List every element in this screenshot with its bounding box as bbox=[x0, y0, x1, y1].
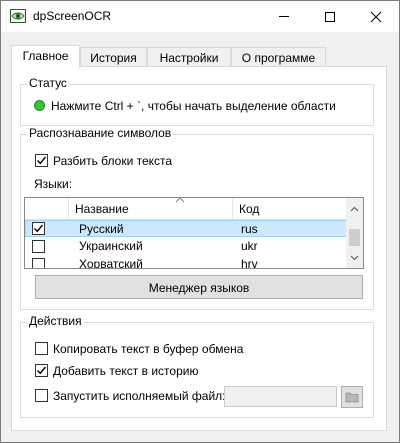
run-executable-label: Запустить исполняемый файл: bbox=[53, 389, 226, 403]
scroll-down-icon[interactable] bbox=[350, 255, 359, 261]
languages-scrollbar[interactable] bbox=[346, 198, 363, 268]
minimize-icon bbox=[279, 16, 289, 17]
checkmark-icon bbox=[37, 366, 47, 375]
actions-group-title: Действия bbox=[27, 314, 84, 328]
checkmark-icon bbox=[37, 156, 47, 165]
status-message: Нажмите Ctrl + `, чтобы начать выделение… bbox=[51, 99, 336, 113]
close-icon bbox=[370, 11, 382, 22]
table-row[interactable]: Украинский ukr bbox=[25, 238, 347, 255]
table-row[interactable]: Хорватский hrv bbox=[25, 256, 347, 269]
tab-main[interactable]: Главное bbox=[11, 45, 80, 68]
recognition-group-title: Распознавание символов bbox=[27, 126, 174, 140]
row-code: rus bbox=[241, 222, 258, 236]
close-button[interactable] bbox=[353, 1, 399, 32]
copy-to-clipboard-label: Копировать текст в буфер обмена bbox=[53, 342, 244, 356]
scrollbar-thumb[interactable] bbox=[349, 229, 360, 246]
scroll-up-icon[interactable] bbox=[350, 206, 359, 212]
tab-settings[interactable]: Настройки bbox=[147, 47, 231, 67]
split-blocks-checkbox[interactable] bbox=[35, 154, 48, 167]
row-checkbox[interactable] bbox=[32, 258, 45, 268]
column-header-check[interactable] bbox=[25, 198, 69, 220]
column-header-name[interactable]: Название bbox=[69, 198, 233, 220]
browse-file-button[interactable] bbox=[341, 386, 363, 408]
run-executable-checkbox[interactable] bbox=[35, 389, 48, 402]
copy-to-clipboard-checkbox[interactable] bbox=[35, 342, 48, 355]
tab-history[interactable]: История bbox=[80, 47, 147, 67]
sort-ascending-icon bbox=[175, 198, 185, 203]
row-code: hrv bbox=[241, 257, 258, 269]
window-title: dpScreenOCR bbox=[33, 9, 112, 23]
row-checkbox[interactable] bbox=[32, 222, 45, 235]
maximize-icon bbox=[325, 11, 335, 22]
row-name: Русский bbox=[79, 222, 124, 236]
row-code: ukr bbox=[241, 239, 258, 253]
executable-path-field[interactable] bbox=[224, 386, 337, 407]
status-indicator-icon bbox=[34, 100, 45, 111]
folder-icon bbox=[345, 392, 359, 403]
language-manager-button[interactable]: Менеджер языков bbox=[35, 275, 363, 299]
languages-label: Языки: bbox=[34, 177, 73, 191]
languages-table-header: Название Код bbox=[25, 198, 347, 220]
languages-table[interactable]: Название Код Русский rus Украинский ukr … bbox=[24, 197, 364, 269]
column-header-code[interactable]: Код bbox=[233, 198, 347, 220]
table-row[interactable]: Русский rus bbox=[25, 220, 347, 237]
row-name: Украинский bbox=[79, 239, 143, 253]
row-name: Хорватский bbox=[79, 257, 143, 269]
app-eye-icon bbox=[10, 8, 26, 24]
title-bar[interactable]: dpScreenOCR bbox=[1, 1, 399, 32]
status-group-title: Статус bbox=[27, 76, 69, 90]
row-checkbox[interactable] bbox=[32, 240, 45, 253]
minimize-button[interactable] bbox=[261, 1, 307, 32]
add-to-history-checkbox[interactable] bbox=[35, 364, 48, 377]
split-blocks-label: Разбить блоки текста bbox=[53, 154, 173, 168]
checkmark-icon bbox=[34, 224, 44, 233]
app-window: dpScreenOCR Главное История Настройки О … bbox=[0, 0, 400, 443]
tab-about[interactable]: О программе bbox=[231, 47, 326, 67]
add-to-history-label: Добавить текст в историю bbox=[53, 364, 199, 378]
maximize-button[interactable] bbox=[307, 1, 353, 32]
